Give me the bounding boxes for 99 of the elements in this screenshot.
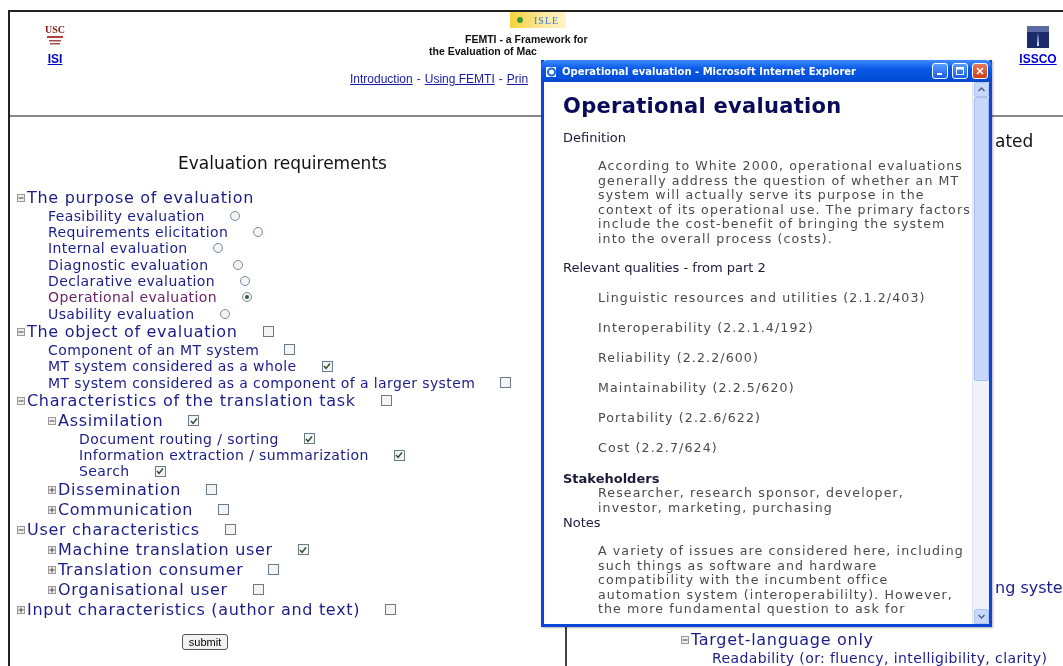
section-heading: Stakeholders bbox=[563, 471, 661, 486]
tree-item[interactable]: Communication bbox=[58, 501, 194, 518]
browser-icon bbox=[545, 64, 558, 78]
tree-item[interactable]: Usability evaluation bbox=[48, 306, 195, 321]
tree-item[interactable]: Organisational user bbox=[58, 581, 228, 598]
expand-icon[interactable] bbox=[48, 485, 56, 494]
expand-icon[interactable] bbox=[48, 505, 56, 514]
scroll-up-icon[interactable] bbox=[973, 82, 989, 97]
checkbox[interactable] bbox=[284, 344, 296, 356]
nav-link[interactable]: Prin bbox=[506, 72, 529, 86]
checkbox[interactable] bbox=[385, 604, 397, 616]
radio-button[interactable] bbox=[219, 308, 230, 319]
tree-item[interactable]: Document routing / sorting bbox=[79, 431, 279, 446]
university-logo: USC bbox=[44, 24, 66, 48]
collapse-icon[interactable] bbox=[681, 635, 689, 644]
tree-item[interactable]: Operational evaluation bbox=[48, 290, 218, 305]
scroll-thumb[interactable] bbox=[973, 97, 989, 381]
section-heading: Notes bbox=[563, 515, 602, 530]
window-title: Operational evaluation - Microsoft Internet Explorer bbox=[562, 65, 858, 77]
checkbox[interactable] bbox=[154, 465, 166, 477]
tree-item[interactable]: Information extraction / summarization bbox=[79, 448, 369, 463]
checkbox[interactable] bbox=[303, 433, 315, 445]
maximize-icon[interactable] bbox=[952, 63, 968, 79]
paragraph: According to White 2000, operational evaluations generally address the question of whether an MT system will actually serve its purpose in the context of its operational use. The primary factors include the cost-benefit of bringing the system into the overall process (costs). bbox=[598, 159, 972, 246]
collapse-icon[interactable] bbox=[48, 416, 56, 425]
tree-item[interactable]: Input characteristics (author and text) bbox=[27, 601, 361, 618]
expand-icon[interactable] bbox=[48, 545, 56, 554]
quality-link[interactable]: Reliability (2.2.2/600) bbox=[598, 350, 972, 365]
checkbox[interactable] bbox=[321, 360, 333, 372]
checkbox[interactable] bbox=[218, 504, 230, 516]
tree-item[interactable]: Machine translation user bbox=[58, 541, 273, 558]
tree-item[interactable]: MT system considered as a whole bbox=[48, 359, 297, 374]
close-icon[interactable] bbox=[972, 63, 988, 79]
tree-item[interactable]: MT system considered as a component of a larger system bbox=[48, 375, 476, 390]
article-title: Operational evaluation bbox=[563, 93, 843, 120]
checkbox[interactable] bbox=[268, 564, 280, 576]
tree-item[interactable]: Readability (or: fluency, intelligibility, clarity) bbox=[712, 650, 1048, 665]
tree-item[interactable]: Assimilation bbox=[58, 412, 164, 429]
section-heading: Definition bbox=[563, 130, 627, 145]
tree-item[interactable]: Dissemination bbox=[58, 481, 181, 498]
tower-logo bbox=[1027, 26, 1049, 48]
checkbox[interactable] bbox=[380, 395, 392, 407]
collapse-icon[interactable] bbox=[17, 327, 25, 336]
header-link[interactable]: ISSCO bbox=[1019, 52, 1057, 66]
tree-item[interactable]: Feasibility evaluation bbox=[48, 208, 205, 223]
quality-link[interactable]: Cost (2.2.7/624) bbox=[598, 440, 972, 455]
tree-item[interactable]: The object of evaluation bbox=[27, 323, 238, 340]
tree-item[interactable]: Diagnostic evaluation bbox=[48, 257, 209, 272]
paragraph: A variety of issues are considered here, including such things as software and hardware compatibility with the incumbent office automation system (interoperabililty). However, the more fundamental question to ask for bbox=[598, 544, 965, 617]
quality-link[interactable]: Maintainability (2.2.5/620) bbox=[598, 380, 972, 395]
paragraph: Researcher, research sponsor, developer, investor, marketing, purchasing bbox=[598, 486, 905, 515]
expand-icon[interactable] bbox=[48, 585, 56, 594]
radio-button[interactable] bbox=[240, 276, 251, 287]
checkbox[interactable] bbox=[297, 544, 309, 556]
quality-link[interactable]: Portability (2.2.6/622) bbox=[598, 410, 972, 425]
tree-item[interactable]: Declarative evaluation bbox=[48, 274, 216, 289]
nav-link[interactable]: Introduction bbox=[350, 72, 413, 86]
tree-item[interactable]: Component of an MT system bbox=[48, 342, 260, 357]
nav-link[interactable]: Using FEMTI bbox=[424, 72, 495, 86]
page-title: the Evaluation of Mac bbox=[429, 45, 537, 57]
tree-item[interactable]: Requirements elicitation bbox=[48, 225, 229, 240]
quality-link[interactable]: Interoperability (2.2.1.4/192) bbox=[598, 320, 972, 335]
project-logo: ISLE bbox=[510, 12, 566, 28]
checkbox[interactable] bbox=[252, 584, 264, 596]
page-title: FEMTI - a Framework for bbox=[465, 33, 588, 45]
checkbox[interactable] bbox=[188, 415, 200, 427]
radio-button[interactable] bbox=[233, 259, 244, 270]
panel-heading: ated bbox=[995, 129, 1035, 152]
quality-link[interactable]: Linguistic resources and utilities (2.1.2/403) bbox=[598, 290, 972, 305]
expand-icon[interactable] bbox=[48, 565, 56, 574]
tree-item[interactable]: Internal evaluation bbox=[48, 241, 188, 256]
collapse-icon[interactable] bbox=[17, 193, 25, 202]
submit-button[interactable]: submit bbox=[181, 633, 229, 650]
separator: - bbox=[416, 72, 421, 86]
panel-heading: Evaluation requirements bbox=[177, 151, 388, 174]
collapse-icon[interactable] bbox=[17, 525, 25, 534]
scroll-down-icon[interactable] bbox=[973, 609, 989, 624]
expand-icon[interactable] bbox=[17, 605, 25, 614]
separator: - bbox=[498, 72, 503, 86]
radio-button[interactable] bbox=[253, 227, 264, 238]
minimize-icon[interactable] bbox=[932, 63, 948, 79]
header-link[interactable]: ISI bbox=[47, 52, 63, 66]
tree-item[interactable]: ng syste bbox=[995, 577, 1063, 598]
tree-item[interactable]: User characteristics bbox=[27, 521, 200, 538]
tree-item[interactable]: Search bbox=[79, 464, 130, 479]
checkbox[interactable] bbox=[224, 524, 236, 536]
checkbox[interactable] bbox=[500, 377, 512, 388]
radio-button[interactable] bbox=[242, 292, 253, 303]
checkbox[interactable] bbox=[206, 484, 217, 496]
radio-button[interactable] bbox=[229, 210, 240, 221]
tree-item[interactable]: Target-language only bbox=[691, 631, 874, 648]
tree-item[interactable]: The purpose of evaluation bbox=[27, 189, 255, 206]
section-heading: Relevant qualities - from part 2 bbox=[563, 260, 767, 275]
radio-button[interactable] bbox=[212, 243, 223, 254]
tree-item[interactable]: Translation consumer bbox=[58, 561, 244, 578]
checkbox[interactable] bbox=[393, 449, 405, 461]
collapse-icon[interactable] bbox=[17, 396, 25, 405]
checkbox[interactable] bbox=[262, 326, 274, 338]
tree-item[interactable]: Characteristics of the translation task bbox=[27, 392, 356, 409]
